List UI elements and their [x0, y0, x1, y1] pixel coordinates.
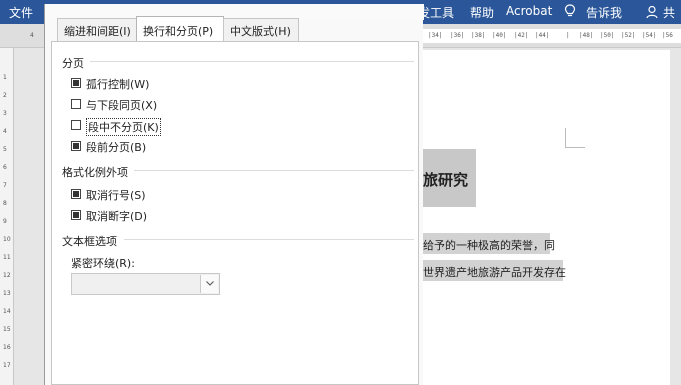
checkbox-label: 孤行控制(W)	[86, 78, 150, 91]
ruler-tick: |54|	[642, 32, 657, 39]
vruler-tick: 14	[3, 308, 11, 315]
ruler-tick: |34|	[428, 32, 443, 39]
ribbon-tab-acrobat[interactable]: Acrobat	[506, 4, 552, 18]
vruler-tick: 15	[3, 326, 11, 333]
vruler-tick: 17	[3, 362, 11, 369]
ruler-tick: |36|	[450, 32, 465, 39]
section-title: 文本框选项	[62, 235, 117, 248]
vruler-tick: 4	[3, 128, 7, 135]
ruler-tick: |56	[662, 32, 673, 39]
vruler-tick: 5	[3, 146, 7, 153]
tab-indents-spacing[interactable]: 缩进和间距(I)	[57, 18, 137, 42]
section-formatting-exceptions: 格式化例外项	[62, 164, 414, 180]
checkbox-label: 段中不分页(K)	[86, 118, 161, 136]
chevron-down-icon	[206, 281, 214, 286]
vruler-tick: 8	[3, 200, 7, 207]
checkbox-label: 取消断字(D)	[86, 210, 148, 223]
section-textbox-options: 文本框选项	[62, 233, 414, 249]
ruler-tick: |48|	[579, 32, 594, 39]
margin-corner-mark	[565, 128, 585, 148]
checkbox-label: 与下段同页(X)	[86, 99, 158, 112]
ruler-tick: |52|	[621, 32, 636, 39]
section-divider	[90, 61, 414, 62]
tab-panel: 分页 孤行控制(W) 与下段同页(X) 段中不分页(K) 段前分页(B) 格式化…	[51, 41, 419, 385]
tight-wrap-label: 紧密环绕(R):	[71, 257, 135, 270]
vruler-tick: 6	[3, 164, 7, 171]
tab-asian-typography[interactable]: 中文版式(H)	[223, 18, 299, 42]
ruler-left-number: 4	[30, 32, 34, 39]
vruler-tick: 7	[3, 182, 7, 189]
ruler-tick: |42|	[514, 32, 529, 39]
section-title: 分页	[62, 57, 84, 70]
document-line[interactable]: 给予的一种极高的荣誉，同	[423, 233, 555, 254]
ruler-tick: |50|	[600, 32, 615, 39]
suppress-line-numbers-checkbox[interactable]	[71, 189, 81, 199]
vruler-tick: 12	[3, 272, 11, 279]
vruler-tick: 16	[3, 344, 11, 351]
keep-with-next-checkbox[interactable]	[71, 99, 81, 109]
document-heading: 旅研究	[423, 171, 469, 189]
document-heading-block[interactable]: 旅研究	[423, 149, 476, 207]
section-divider	[134, 170, 414, 171]
lightbulb-icon	[564, 4, 576, 17]
dropdown-button[interactable]	[200, 275, 218, 293]
keep-lines-together-checkbox[interactable]	[71, 120, 81, 130]
vruler-tick: 9	[3, 218, 7, 225]
section-pagination: 分页	[62, 55, 414, 71]
ruler-tick: |	[566, 32, 570, 39]
vruler-tick: 11	[3, 254, 11, 261]
vruler-tick: 3	[3, 110, 7, 117]
ruler-tick: |40|	[492, 32, 507, 39]
file-tab[interactable]: 文件	[9, 4, 33, 21]
section-title: 格式化例外项	[62, 166, 128, 179]
vruler-tick: 2	[3, 92, 7, 99]
document-line[interactable]: 世界遗产地旅游产品开发存在	[423, 260, 566, 281]
paragraph-dialog: 缩进和间距(I) 换行和分页(P) 中文版式(H) 分页 孤行控制(W) 与下段…	[44, 4, 424, 385]
share-person-icon[interactable]	[646, 5, 660, 19]
document-page[interactable]	[423, 50, 670, 385]
tight-wrap-select[interactable]	[71, 273, 220, 295]
vruler-tick: 13	[3, 290, 11, 297]
vertical-ruler[interactable]: 1 2 3 4 5 6 7 8 9 10 11 12 13 14 15 16 1…	[0, 48, 14, 385]
checkbox-label: 取消行号(S)	[86, 189, 146, 202]
share-label[interactable]: 共	[663, 4, 675, 21]
page-break-before-checkbox[interactable]	[71, 141, 81, 151]
checkbox-label: 段前分页(B)	[86, 141, 147, 154]
ruler-tick: |38|	[471, 32, 486, 39]
tab-line-page-breaks[interactable]: 换行和分页(P)	[136, 16, 224, 43]
dont-hyphenate-checkbox[interactable]	[71, 210, 81, 220]
vruler-tick: 1	[3, 74, 7, 81]
ribbon-tab-help[interactable]: 帮助	[470, 4, 494, 21]
tell-me-search[interactable]: 告诉我	[586, 4, 622, 21]
widow-control-checkbox[interactable]	[71, 78, 81, 88]
section-divider	[124, 239, 414, 240]
ruler-tick: |44|	[535, 32, 550, 39]
vruler-tick: 10	[3, 236, 11, 243]
